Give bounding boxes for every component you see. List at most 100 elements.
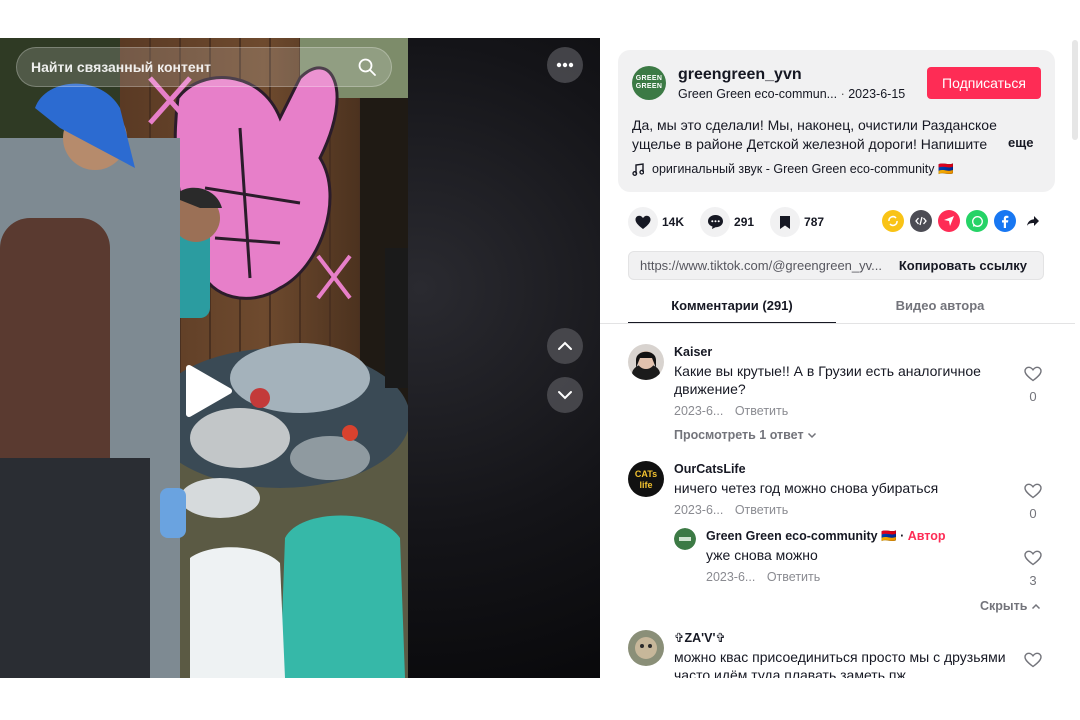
comment-body: ✞ZA'V'✞ можно квас присоединиться просто… [674,630,1014,678]
author-username[interactable]: greengreen_yvn [678,66,802,84]
more-options-button[interactable] [547,47,583,83]
save-count: 787 [804,215,825,229]
comment-date: 2023-6... [674,503,724,517]
heart-outline-icon[interactable] [1024,483,1042,499]
next-video-button[interactable] [547,377,583,413]
related-search[interactable] [16,47,392,87]
view-replies-label: Просмотреть 1 ответ [674,428,804,442]
comment-button[interactable] [700,207,731,237]
commenter-username[interactable]: Kaiser [674,344,1014,360]
search-icon[interactable] [357,57,377,77]
tab-creator-videos[interactable]: Видео автора [836,292,1044,324]
reply-body: Green Green eco-community 🇦🇲 · Автор уже… [706,528,1006,584]
svg-text:life: life [639,480,652,490]
reply-date: 2023-6... [706,570,756,584]
more-dots-icon [556,62,574,68]
music-link[interactable]: оригинальный звук - Green Green eco-comm… [632,162,954,177]
reply-link[interactable]: Ответить [735,503,788,517]
like-count: 0 [1029,389,1037,404]
commenter-avatar[interactable] [628,344,664,380]
comment-like[interactable]: 4 [1023,652,1043,678]
paper-plane-glyph [944,216,954,226]
comment-body: Kaiser Какие вы крутые!! А в Грузии есть… [674,344,1014,442]
comment-stat[interactable]: 291 [700,207,754,237]
share-url[interactable]: https://www.tiktok.com/@greengreen_yv... [629,258,889,273]
commenter-username[interactable]: OurCatsLife [674,461,1014,477]
music-title: оригинальный звук - Green Green eco-comm… [652,162,954,176]
chevron-up-icon [1031,603,1040,610]
avatar-image: CATs life [628,461,664,497]
content-tabs: Комментарии (291) Видео автора [628,292,1044,324]
like-stat[interactable]: 14K [628,207,684,237]
reply-text: уже снова можно [706,547,818,563]
bookmark-icon [780,215,791,229]
heart-outline-icon[interactable] [1024,652,1042,668]
repost-glyph [888,215,898,227]
heart-icon [635,215,651,229]
comment-meta: 2023-6... Ответить [674,503,1014,517]
comment-text: ничего четез год можно снова убираться [674,480,939,496]
author-nickname[interactable]: Green Green eco-commun... [678,87,837,101]
comment-text: Какие вы крутые!! А в Грузии есть аналог… [674,363,981,397]
save-stat[interactable]: 787 [770,207,824,237]
share-link-box: https://www.tiktok.com/@greengreen_yv...… [628,251,1044,280]
avatar-image [628,344,664,380]
expand-description-link[interactable]: еще [1008,135,1033,150]
heart-outline-icon[interactable] [1024,550,1042,566]
avatar-text-bottom: GREEN [635,83,663,90]
commenter-username[interactable]: ✞ZA'V'✞ [674,630,1014,646]
tab-comments[interactable]: Комментарии (291) [628,292,836,324]
send-to-friends-icon[interactable] [938,210,960,232]
hide-replies-label: Скрыть [980,599,1028,613]
comment-text: можно квас присоединиться просто мы с др… [674,649,1006,678]
like-count: 3 [1029,573,1037,588]
comment-date: 2023-6... [674,404,724,418]
comment-list: Kaiser Какие вы крутые!! А в Грузии есть… [600,324,1060,678]
follow-button[interactable]: Подписаться [927,67,1041,99]
embed-icon[interactable] [910,210,932,232]
share-arrow-glyph [1027,216,1039,226]
reply-like[interactable]: 3 [1023,550,1043,588]
search-input[interactable] [31,59,357,75]
commenter-avatar[interactable]: CATs life [628,461,664,497]
post-date: 2023-6-15 [848,87,906,101]
chevron-down-icon [808,432,817,439]
like-button[interactable] [628,207,658,237]
like-count: 4 [1023,675,1043,678]
comment-count: 291 [734,215,755,229]
view-replies-link[interactable]: Просмотреть 1 ответ [674,428,1014,442]
engagement-stats: 14K 291 787 [628,206,840,238]
reply-link[interactable]: Ответить [767,570,820,584]
reply-username[interactable]: Green Green eco-community 🇦🇲 · [706,529,904,543]
comment-like[interactable]: 0 [1023,483,1043,521]
heart-outline-icon[interactable] [1024,366,1042,382]
post-description: Да, мы это сделали! Мы, наконец, очистил… [632,117,997,152]
reply-meta: 2023-6... Ответить [706,570,1006,584]
more-share-icon[interactable] [1022,210,1044,232]
reply-avatar[interactable] [674,528,696,550]
music-note-icon [632,163,644,176]
like-count: 14K [662,215,685,229]
reply-username-line: Green Green eco-community 🇦🇲 · Автор [706,528,1006,544]
repost-icon[interactable] [882,210,904,232]
avatar-image [628,630,664,666]
whatsapp-icon[interactable] [966,210,988,232]
chevron-down-icon [558,391,572,400]
author-badge: Автор [907,529,946,543]
facebook-icon[interactable] [994,210,1016,232]
previous-video-button[interactable] [547,328,583,364]
video-still [0,38,408,678]
author-subline: Green Green eco-commun... · 2023-6-15 [678,87,905,101]
author-avatar[interactable]: GREEN GREEN [632,66,666,100]
hide-replies-link[interactable]: Скрыть [980,599,1041,613]
copy-link-button[interactable]: Копировать ссылку [889,258,1043,273]
commenter-avatar[interactable] [628,630,664,666]
play-icon[interactable] [183,364,233,418]
comment-like[interactable]: 0 [1023,366,1043,404]
reply-link[interactable]: Ответить [735,404,788,418]
page-scrollbar[interactable] [1072,40,1078,140]
facebook-glyph [1002,215,1009,228]
save-button[interactable] [770,207,801,237]
whatsapp-glyph [971,215,983,227]
video-player[interactable] [0,38,600,678]
